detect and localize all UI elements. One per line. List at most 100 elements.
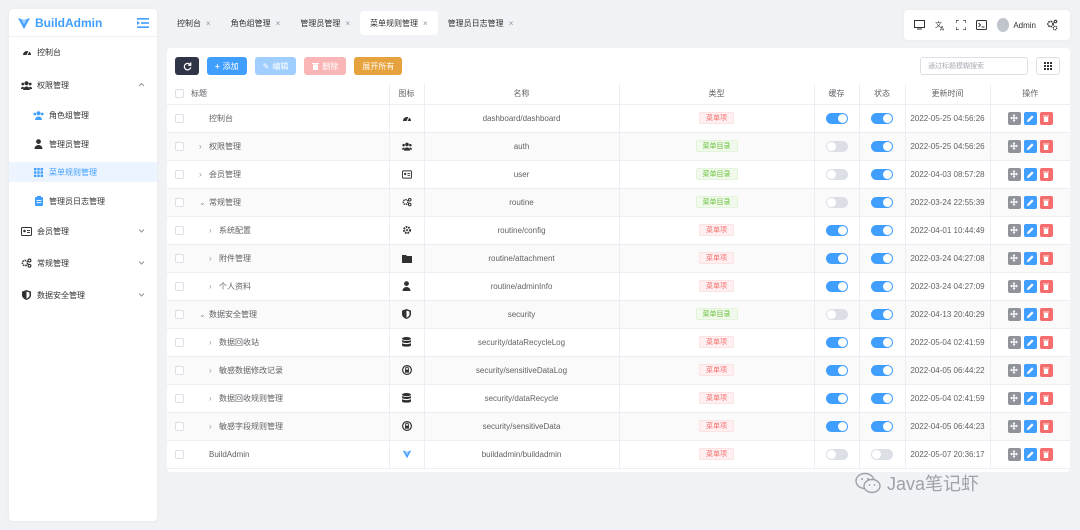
edit-row-button[interactable] bbox=[1023, 279, 1037, 293]
drag-button[interactable] bbox=[1007, 363, 1021, 377]
cache-switch[interactable] bbox=[825, 392, 848, 404]
row-select[interactable] bbox=[167, 216, 191, 245]
edit-button[interactable]: ✎ 编辑 bbox=[254, 57, 297, 75]
header-select-all[interactable] bbox=[167, 84, 191, 105]
close-icon[interactable]: × bbox=[345, 19, 350, 28]
drag-button[interactable] bbox=[1007, 447, 1021, 461]
cache-switch[interactable] bbox=[825, 280, 848, 292]
drag-button[interactable] bbox=[1007, 335, 1021, 349]
sidebar-item-8[interactable]: 数据安全管理 bbox=[9, 285, 157, 305]
sidebar-item-0[interactable]: 控制台 bbox=[9, 42, 157, 62]
drag-button[interactable] bbox=[1007, 139, 1021, 153]
row-select[interactable] bbox=[167, 412, 191, 441]
close-icon[interactable]: × bbox=[276, 19, 281, 28]
table-row[interactable]: › 附件管理 routine/attachment 菜单项 2022-03-24 04:… bbox=[167, 244, 1070, 273]
row-checkbox[interactable] bbox=[174, 309, 184, 319]
row-select[interactable] bbox=[167, 356, 191, 385]
row-select[interactable] bbox=[167, 188, 191, 217]
delete-row-button[interactable] bbox=[1039, 279, 1053, 293]
expand-toggle-icon[interactable]: ⌄ bbox=[199, 310, 209, 319]
status-switch[interactable] bbox=[871, 224, 893, 236]
cache-switch[interactable] bbox=[825, 448, 848, 460]
drag-button[interactable] bbox=[1007, 391, 1021, 405]
status-switch[interactable] bbox=[871, 448, 893, 460]
delete-row-button[interactable] bbox=[1039, 419, 1053, 433]
table-row[interactable]: ⌄ 数据安全管理 security 菜单目录 2022-04-13 20:40:29 bbox=[167, 300, 1070, 329]
cache-switch[interactable] bbox=[825, 364, 848, 376]
row-select[interactable] bbox=[167, 272, 191, 301]
cache-switch[interactable] bbox=[825, 168, 848, 180]
tab-0[interactable]: 控制台 × bbox=[167, 11, 221, 35]
sidebar-item-7[interactable]: 常规管理 bbox=[9, 253, 157, 273]
cache-switch[interactable] bbox=[825, 196, 848, 208]
edit-row-button[interactable] bbox=[1023, 391, 1037, 405]
status-switch[interactable] bbox=[871, 168, 893, 180]
status-switch[interactable] bbox=[871, 280, 893, 292]
edit-row-button[interactable] bbox=[1023, 335, 1037, 349]
table-row[interactable]: › 权限管理 auth 菜单目录 2022-05-25 04:56:26 bbox=[167, 132, 1070, 161]
drag-button[interactable] bbox=[1007, 111, 1021, 125]
table-row[interactable]: › 数据回收规则管理 security/dataRecycle 菜单项 2022-05-… bbox=[167, 384, 1070, 413]
close-icon[interactable]: × bbox=[509, 19, 514, 28]
delete-row-button[interactable] bbox=[1039, 307, 1053, 321]
table-row[interactable]: › 敏感数据修改记录 security/sensitiveDataLog 菜单项 202… bbox=[167, 356, 1070, 385]
status-switch[interactable] bbox=[871, 420, 893, 432]
status-switch[interactable] bbox=[871, 392, 893, 404]
sidebar-item-2[interactable]: 角色组管理 bbox=[9, 105, 157, 125]
drag-button[interactable] bbox=[1007, 167, 1021, 181]
delete-row-button[interactable] bbox=[1039, 335, 1053, 349]
sidebar-item-4[interactable]: 菜单规则管理 bbox=[9, 162, 157, 182]
avatar[interactable] bbox=[997, 18, 1010, 32]
refresh-button[interactable] bbox=[175, 57, 199, 75]
delete-row-button[interactable] bbox=[1039, 139, 1053, 153]
status-switch[interactable] bbox=[871, 308, 893, 320]
row-select[interactable] bbox=[167, 104, 191, 133]
delete-row-button[interactable] bbox=[1039, 363, 1053, 377]
expand-toggle-icon[interactable]: › bbox=[209, 366, 219, 375]
fullscreen-icon[interactable] bbox=[956, 19, 967, 31]
close-icon[interactable]: × bbox=[206, 19, 211, 28]
row-checkbox[interactable] bbox=[174, 449, 184, 459]
edit-row-button[interactable] bbox=[1023, 223, 1037, 237]
row-checkbox[interactable] bbox=[174, 393, 184, 403]
cache-switch[interactable] bbox=[825, 336, 848, 348]
admin-name[interactable]: Admin bbox=[1013, 21, 1036, 30]
tab-1[interactable]: 角色组管理 × bbox=[221, 11, 291, 35]
cache-switch[interactable] bbox=[825, 140, 848, 152]
delete-row-button[interactable] bbox=[1039, 391, 1053, 405]
edit-row-button[interactable] bbox=[1023, 139, 1037, 153]
cache-switch[interactable] bbox=[825, 420, 848, 432]
expand-toggle-icon[interactable]: › bbox=[209, 422, 219, 431]
expand-toggle-icon[interactable]: › bbox=[209, 338, 219, 347]
row-checkbox[interactable] bbox=[174, 169, 184, 179]
cache-switch[interactable] bbox=[825, 308, 848, 320]
row-checkbox[interactable] bbox=[174, 337, 184, 347]
drag-button[interactable] bbox=[1007, 279, 1021, 293]
cache-switch[interactable] bbox=[825, 252, 848, 264]
delete-row-button[interactable] bbox=[1039, 223, 1053, 237]
cache-switch[interactable] bbox=[825, 224, 848, 236]
add-button[interactable]: + 添加 bbox=[207, 57, 247, 75]
expand-all-button[interactable]: 展开所有 bbox=[354, 57, 403, 75]
expand-toggle-icon[interactable]: › bbox=[199, 170, 209, 179]
delete-row-button[interactable] bbox=[1039, 447, 1053, 461]
expand-toggle-icon[interactable]: ⌄ bbox=[199, 198, 209, 207]
edit-row-button[interactable] bbox=[1023, 111, 1037, 125]
status-switch[interactable] bbox=[871, 336, 893, 348]
sidebar-item-5[interactable]: 管理员日志管理 bbox=[9, 191, 157, 211]
tab-3[interactable]: 菜单规则管理 × bbox=[360, 11, 438, 35]
row-checkbox[interactable] bbox=[174, 225, 184, 235]
table-row[interactable]: ⌄ 常规管理 routine 菜单目录 2022-03-24 22:55:39 bbox=[167, 188, 1070, 217]
row-checkbox[interactable] bbox=[174, 365, 184, 375]
row-select[interactable] bbox=[167, 300, 191, 329]
fold-menu-icon[interactable] bbox=[137, 17, 149, 28]
table-row[interactable]: › 系统配置 routine/config 菜单项 2022-04-01 10:44:4… bbox=[167, 216, 1070, 245]
tab-2[interactable]: 管理员管理 × bbox=[290, 11, 360, 35]
table-row[interactable]: › 个人资料 routine/adminInfo 菜单项 2022-03-24 04:2… bbox=[167, 272, 1070, 301]
row-checkbox[interactable] bbox=[174, 281, 184, 291]
select-all-checkbox[interactable] bbox=[174, 89, 184, 99]
cache-switch[interactable] bbox=[825, 112, 848, 124]
expand-toggle-icon[interactable]: › bbox=[209, 394, 219, 403]
row-checkbox[interactable] bbox=[174, 141, 184, 151]
row-select[interactable] bbox=[167, 244, 191, 273]
